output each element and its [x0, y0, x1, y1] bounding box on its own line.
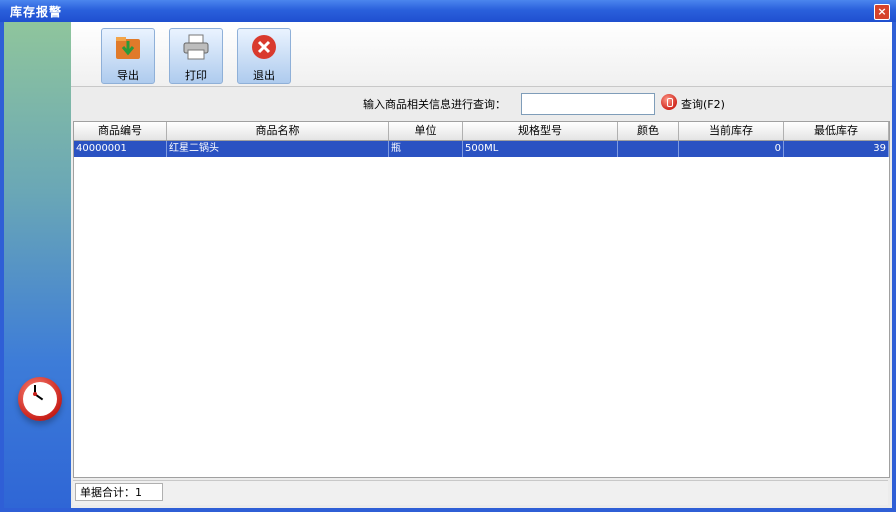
- cell-spec: 500ML: [463, 141, 618, 157]
- column-header[interactable]: 商品名称: [167, 122, 389, 140]
- search-button-label: 查询(F2): [681, 98, 725, 111]
- column-header[interactable]: 最低库存: [784, 122, 889, 140]
- cell-product-name: 红星二锅头: [167, 141, 389, 157]
- sidebar-panel: [4, 22, 71, 508]
- cell-product-code: 40000001: [74, 141, 167, 157]
- title-bar[interactable]: 库存报警 ×: [0, 0, 896, 22]
- table-header: 商品编号 商品名称 单位 规格型号 颜色 当前库存 最低库存: [74, 122, 889, 141]
- cell-min-stock: 39: [784, 141, 889, 157]
- column-header[interactable]: 颜色: [618, 122, 679, 140]
- table-row[interactable]: 40000001 红星二锅头 瓶 500ML 0 39: [74, 141, 889, 157]
- printer-icon: [183, 34, 209, 60]
- close-icon: [252, 35, 276, 59]
- print-button[interactable]: 打印: [169, 28, 223, 84]
- column-header[interactable]: 商品编号: [74, 122, 167, 140]
- cell-unit: 瓶: [389, 141, 463, 157]
- window-title: 库存报警: [10, 5, 63, 19]
- search-label: 输入商品相关信息进行查询：: [363, 98, 506, 111]
- column-header[interactable]: 当前库存: [679, 122, 784, 140]
- exit-label: 退出: [253, 69, 275, 82]
- exit-button[interactable]: 退出: [237, 28, 291, 84]
- export-icon: [116, 37, 140, 59]
- cell-color: [618, 141, 679, 157]
- column-header[interactable]: 规格型号: [463, 122, 618, 140]
- column-header[interactable]: 单位: [389, 122, 463, 140]
- record-count: 单据合计：1: [75, 483, 163, 501]
- search-input[interactable]: [521, 93, 655, 115]
- cell-current-stock: 0: [679, 141, 784, 157]
- export-label: 导出: [117, 69, 139, 82]
- toolbar: 导出 打印 退出: [71, 22, 892, 87]
- close-button[interactable]: ×: [874, 4, 890, 20]
- inventory-table: 商品编号 商品名称 单位 规格型号 颜色 当前库存 最低库存 40000001 …: [73, 121, 890, 478]
- print-label: 打印: [185, 69, 207, 82]
- search-row: 输入商品相关信息进行查询： 查询(F2): [71, 88, 892, 116]
- search-icon: [661, 94, 677, 110]
- status-bar: 单据合计：1: [73, 480, 888, 505]
- main-content: 导出 打印 退出 输入商品相关信息进行查询： 查询(F2) 商品编号 商品名称 …: [71, 22, 892, 508]
- inventory-alert-window: 库存报警 × 导出 打印 退出 输入商品相关信息进行查询： 查询(F2) 商品编…: [0, 0, 896, 512]
- export-button[interactable]: 导出: [101, 28, 155, 84]
- clock-icon: [18, 377, 62, 421]
